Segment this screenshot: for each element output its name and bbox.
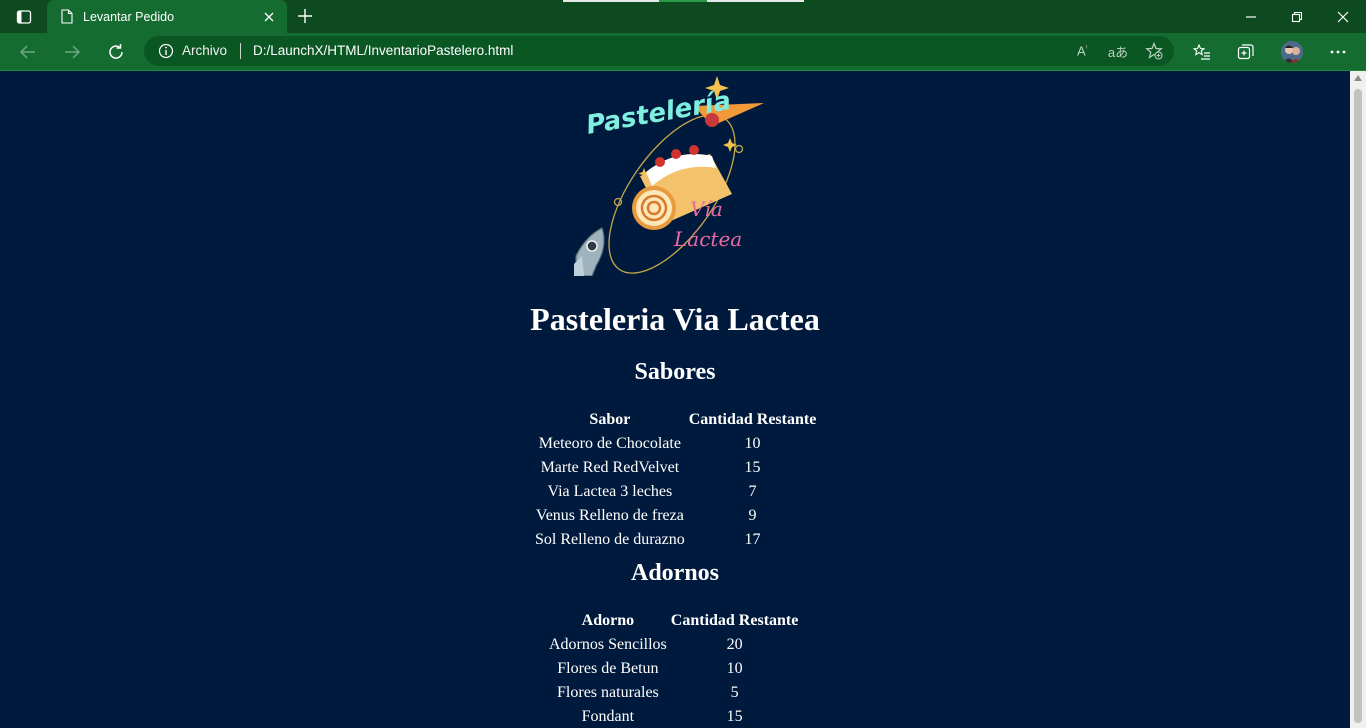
sabor-cell: Venus Relleno de freza <box>535 507 684 524</box>
back-button[interactable] <box>12 36 44 68</box>
browser-tab-active[interactable]: Levantar Pedido <box>47 0 287 33</box>
pasteleria-logo: Pastelería Vía Láctea <box>574 76 764 276</box>
column-header: Adorno <box>581 612 635 629</box>
favorites-button[interactable] <box>1187 37 1217 67</box>
adorno-cell: Fondant <box>581 708 635 725</box>
url-text[interactable]: D:/LaunchX/HTML/InventarioPastelero.html <box>253 43 513 58</box>
address-separator <box>240 43 241 59</box>
forward-button[interactable] <box>56 36 88 68</box>
table-row: Adornos Sencillos 20 <box>548 634 799 656</box>
new-tab-button[interactable] <box>290 2 320 30</box>
strawberry-icon <box>655 157 665 167</box>
collections-icon <box>1237 44 1254 60</box>
logo-text-line1: Pastelería <box>584 86 733 141</box>
minimize-icon <box>1246 15 1256 18</box>
cantidad-cell: 17 <box>744 531 761 548</box>
tab-title: Levantar Pedido <box>83 9 175 24</box>
title-bar: Levantar Pedido <box>0 0 1366 33</box>
restore-icon <box>1291 11 1303 22</box>
adornos-table: Adorno Cantidad Restante Adornos Sencill… <box>546 608 801 728</box>
info-icon[interactable] <box>158 43 174 59</box>
sabor-cell: Via Lactea 3 leches <box>547 483 673 500</box>
table-header-row: Adorno Cantidad Restante <box>548 610 799 632</box>
table-header-row: Sabor Cantidad Restante <box>534 409 817 431</box>
column-header: Sabor <box>589 411 631 428</box>
cantidad-cell: 15 <box>744 459 761 476</box>
restore-button[interactable] <box>1274 0 1320 33</box>
cantidad-cell: 10 <box>726 660 743 677</box>
favorites-icon <box>1193 43 1210 60</box>
browser-toolbar: Archivo D:/LaunchX/HTML/InventarioPastel… <box>0 33 1366 70</box>
sabor-cell: Meteoro de Chocolate <box>538 435 681 452</box>
forward-icon <box>65 45 81 59</box>
logo-text-line2: Vía <box>690 197 723 221</box>
more-button[interactable] <box>1323 37 1353 67</box>
back-icon <box>19 45 35 59</box>
table-row: Flores naturales 5 <box>548 682 799 704</box>
more-icon <box>1330 50 1346 54</box>
adorno-cell: Flores naturales <box>557 684 659 701</box>
close-window-icon <box>1337 11 1349 22</box>
table-row: Meteoro de Chocolate 10 <box>534 433 817 455</box>
page-title: Pasteleria Via Lactea <box>530 301 820 337</box>
scroll-up-arrow[interactable] <box>1354 75 1362 81</box>
column-header: Cantidad Restante <box>670 612 799 629</box>
cantidad-cell: 15 <box>726 708 743 725</box>
translate-button[interactable]: aあ <box>1106 40 1130 62</box>
cantidad-cell: 9 <box>748 507 757 524</box>
refresh-button[interactable] <box>100 36 132 68</box>
plus-icon <box>298 9 312 23</box>
cantidad-cell: 20 <box>726 636 743 653</box>
adorno-cell: Adornos Sencillos <box>549 636 667 653</box>
read-aloud-button[interactable]: Aᵎ <box>1070 40 1094 62</box>
close-tab-button[interactable] <box>255 3 283 31</box>
drag-region-marks <box>563 0 804 2</box>
cantidad-cell: 7 <box>748 483 757 500</box>
cantidad-cell: 10 <box>744 435 761 452</box>
site-info-label[interactable]: Archivo <box>182 43 227 58</box>
adornos-heading: Adornos <box>630 560 720 586</box>
profile-avatar <box>1281 41 1303 63</box>
collections-button[interactable] <box>1231 37 1261 67</box>
table-row: Marte Red RedVelvet 15 <box>534 457 817 479</box>
sabor-cell: Marte Red RedVelvet <box>540 459 680 476</box>
translate-icon: aあ <box>1107 44 1129 60</box>
document-icon <box>61 9 73 24</box>
vertical-scrollbar[interactable] <box>1350 71 1366 728</box>
sabor-cell: Sol Relleno de durazno <box>535 531 685 548</box>
address-bar[interactable]: Archivo D:/LaunchX/HTML/InventarioPastel… <box>144 36 1174 66</box>
add-favorite-button[interactable] <box>1142 40 1166 62</box>
column-header: Cantidad Restante <box>688 411 817 428</box>
adorno-cell: Flores de Betun <box>557 660 659 677</box>
tab-actions-button[interactable] <box>0 0 47 33</box>
table-row: Fondant 15 <box>548 706 799 728</box>
minimize-button[interactable] <box>1228 0 1274 33</box>
sabores-heading: Sabores <box>634 359 716 385</box>
profile-button[interactable] <box>1277 37 1307 67</box>
rocket-icon <box>574 227 605 276</box>
cantidad-cell: 5 <box>730 684 739 701</box>
logo-text-line3: Láctea <box>673 227 742 251</box>
table-row: Sol Relleno de durazno 17 <box>534 529 817 551</box>
table-row: Venus Relleno de freza 9 <box>534 505 817 527</box>
sabores-table: Sabor Cantidad Restante Meteoro de Choco… <box>532 407 819 553</box>
table-row: Flores de Betun 10 <box>548 658 799 680</box>
tab-actions-icon <box>16 9 31 24</box>
read-aloud-icon: Aᵎ <box>1077 43 1087 59</box>
close-window-button[interactable] <box>1320 0 1366 33</box>
page-viewport: Pastelería Vía Láctea Pasteleria Via Lac… <box>0 71 1350 728</box>
table-row: Via Lactea 3 leches 7 <box>534 481 817 503</box>
refresh-icon <box>109 44 123 59</box>
scrollbar-thumb[interactable] <box>1354 89 1362 723</box>
orbit-planet-icon <box>734 144 744 154</box>
close-icon <box>264 12 274 21</box>
add-favorite-icon <box>1145 42 1163 60</box>
